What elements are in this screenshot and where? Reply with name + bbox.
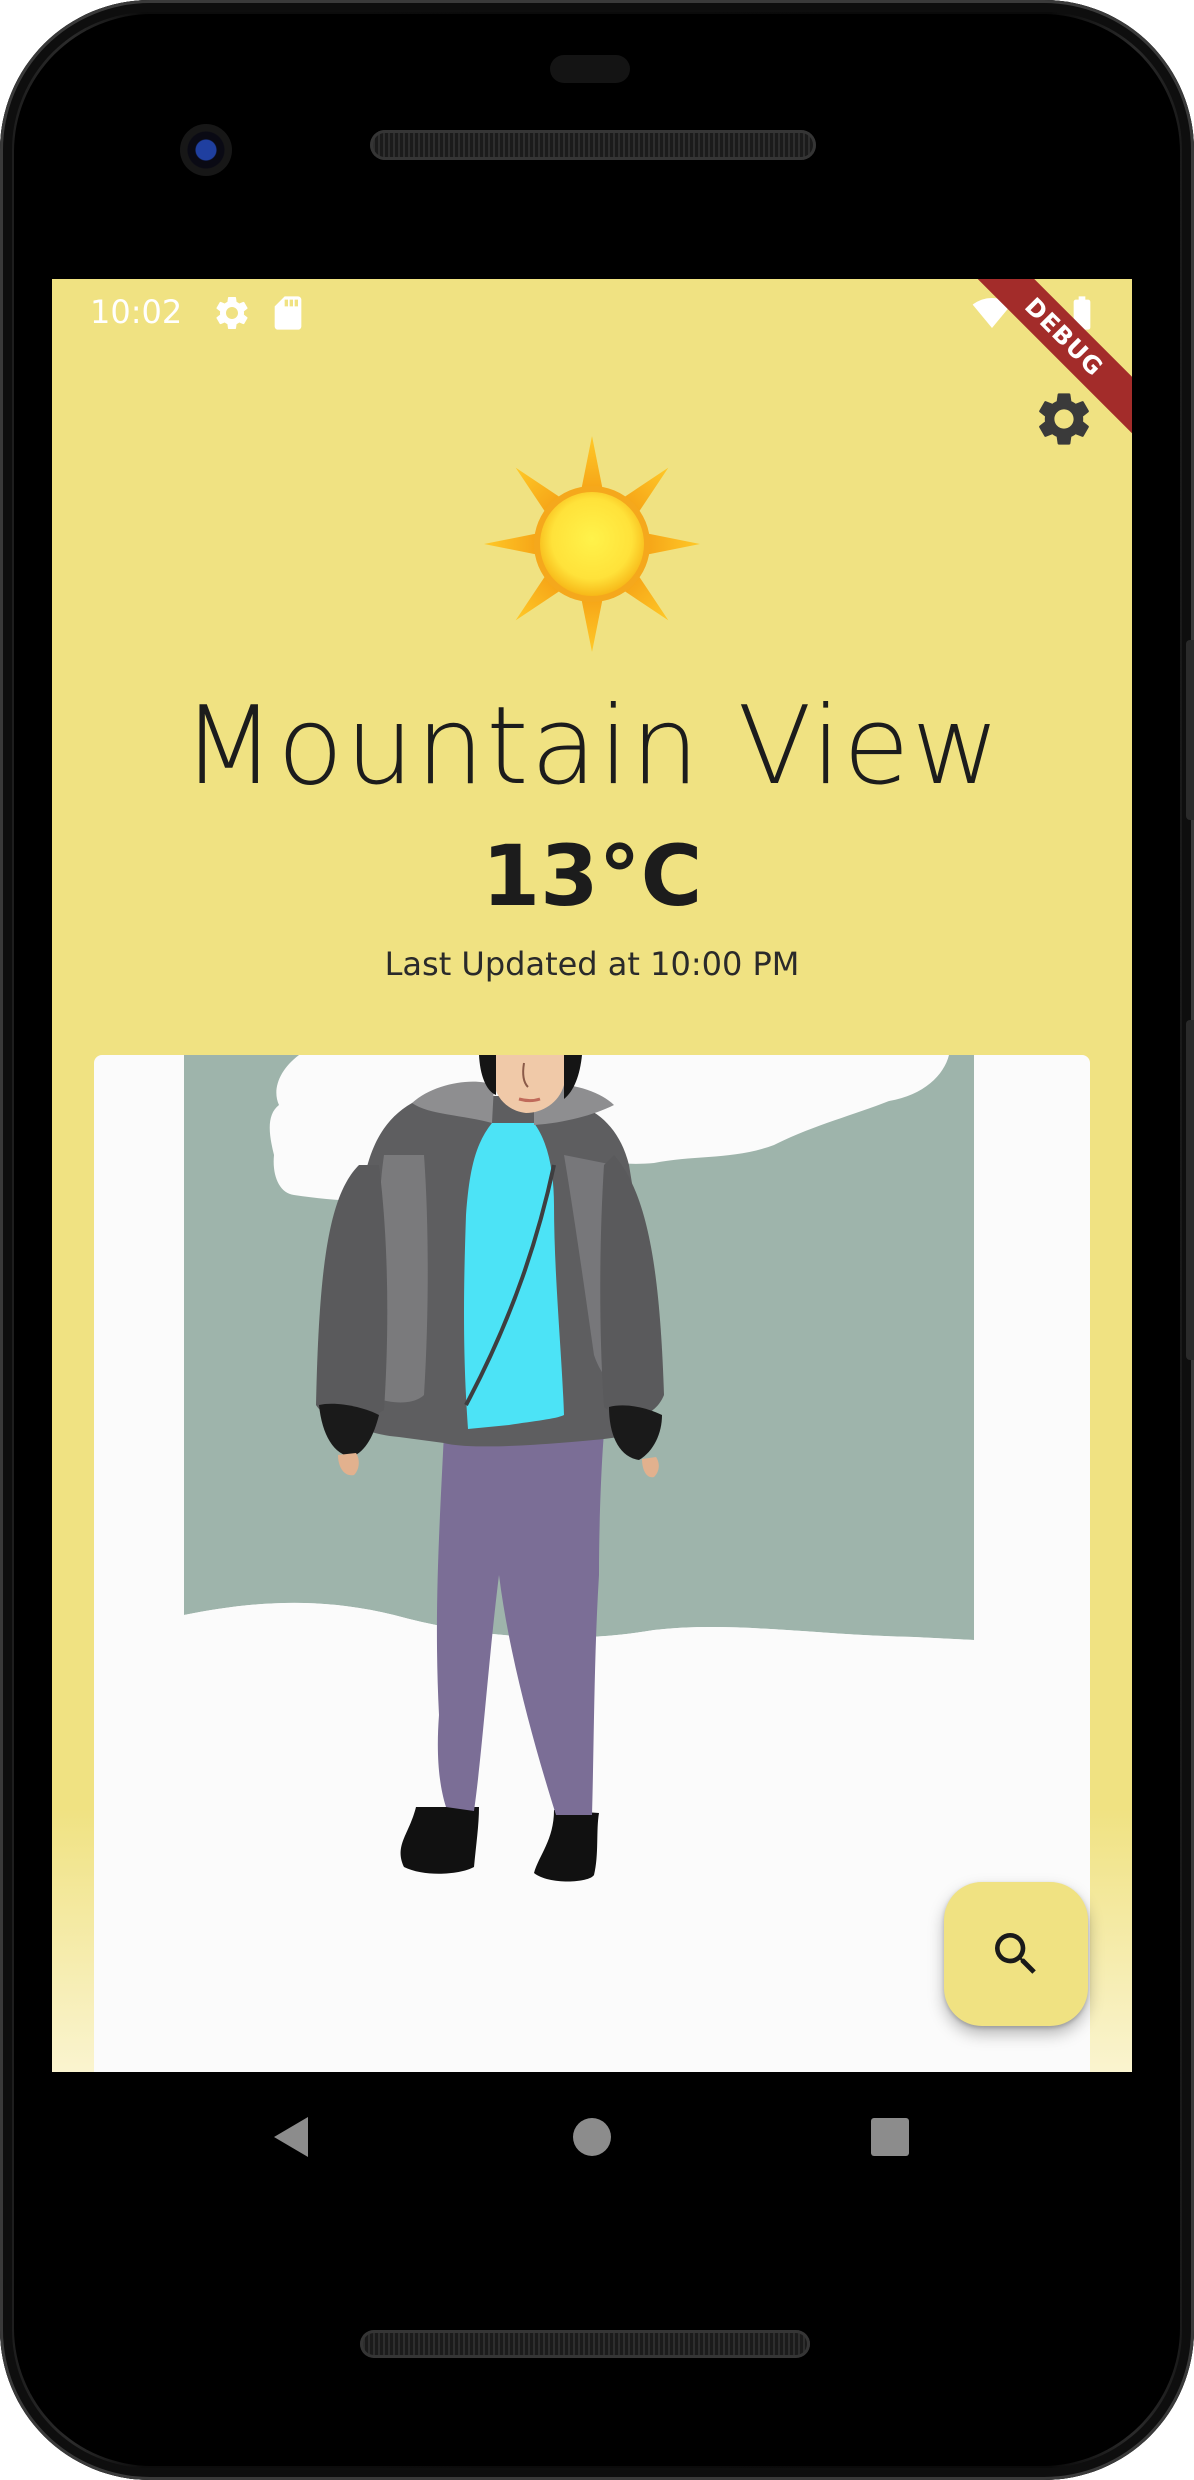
phone-frame: 10:02 DEBUG Mountain View 13°C Last Upda… [0, 0, 1194, 2480]
status-bar: 10:02 DEBUG [52, 279, 1132, 444]
temperature: 13°C [481, 827, 703, 925]
last-updated: Last Updated at 10:00 PM [384, 945, 800, 983]
search-fab[interactable] [944, 1882, 1088, 2026]
front-camera [180, 124, 232, 176]
status-time: 10:02 [90, 293, 183, 331]
gear-icon[interactable] [1032, 387, 1096, 451]
outfit-card [94, 1055, 1090, 2072]
app-screen: 10:02 DEBUG Mountain View 13°C Last Upda… [52, 279, 1132, 2072]
bottom-speaker-grille [360, 2330, 810, 2358]
proximity-sensor [550, 55, 630, 83]
system-nav-bar [52, 2072, 1132, 2202]
back-icon[interactable] [262, 2107, 322, 2167]
sun-icon [484, 436, 700, 652]
top-speaker-grille [370, 130, 816, 160]
home-icon[interactable] [562, 2107, 622, 2167]
power-button [1186, 640, 1194, 820]
recents-icon[interactable] [860, 2107, 920, 2167]
volume-button [1186, 1020, 1194, 1360]
outfit-illustration [184, 1055, 974, 2072]
city-name: Mountain View [182, 684, 1002, 809]
gear-icon [216, 297, 248, 329]
sd-card-icon [274, 296, 302, 330]
search-icon [995, 1933, 1036, 1974]
